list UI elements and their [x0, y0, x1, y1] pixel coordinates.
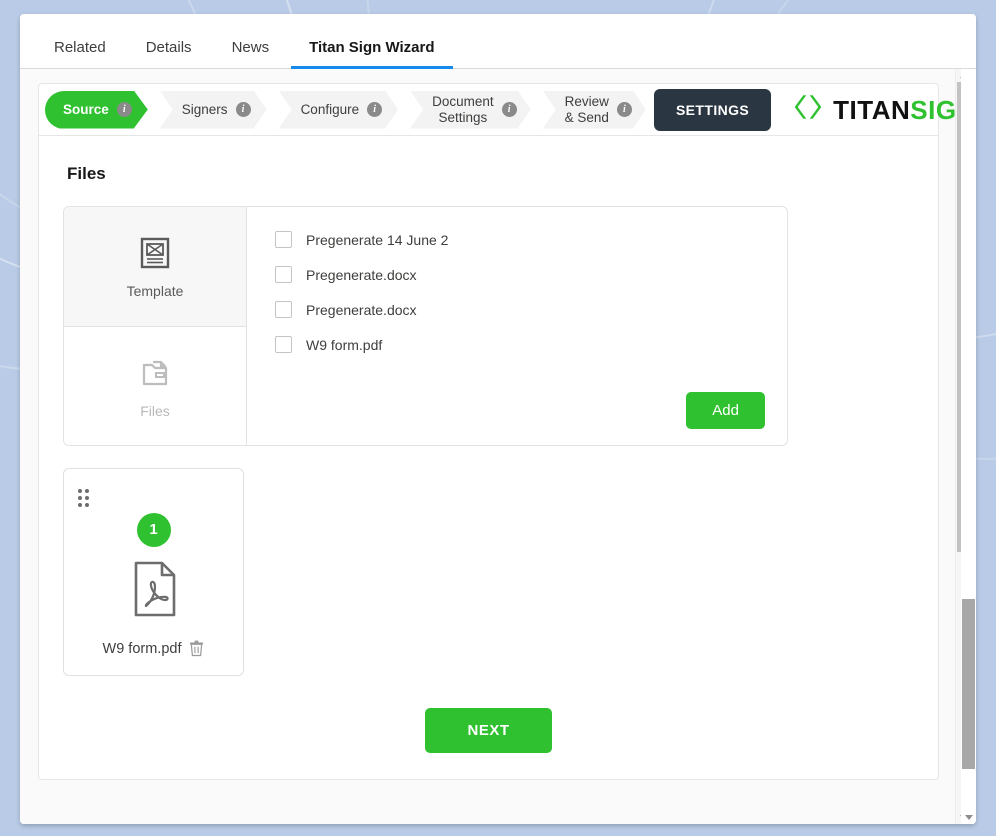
- wizard-step-review-and-send[interactable]: Review & Send i: [543, 91, 646, 129]
- list-item-label: Pregenerate.docx: [306, 266, 417, 283]
- wizard-step-line2: Settings: [438, 109, 488, 125]
- tab-bar: Related Details News Titan Sign Wizard: [20, 14, 976, 69]
- source-tab-files[interactable]: Files: [64, 326, 246, 445]
- files-panel: Files Template Files Pregenerate 14 June…: [38, 135, 939, 780]
- list-item-label: Pregenerate.docx: [306, 301, 417, 318]
- wizard-step-document-settings-label: Document Settings: [432, 94, 494, 125]
- wizard-step-review-and-send-label: Review & Send: [565, 94, 609, 125]
- info-icon[interactable]: i: [117, 102, 132, 117]
- content-scroll-area: Source i Signers i Configure i Document: [20, 69, 976, 824]
- folder-files-icon: [135, 353, 175, 393]
- titan-sign-brand: TITANSIGN: [793, 92, 976, 127]
- document-name: W9 form.pdf: [102, 640, 182, 657]
- next-button[interactable]: NEXT: [425, 708, 552, 753]
- pdf-file-icon: [122, 557, 186, 626]
- tab-related[interactable]: Related: [34, 39, 126, 68]
- document-name-row: W9 form.pdf: [74, 640, 233, 663]
- wizard-step-source[interactable]: Source i: [45, 91, 148, 129]
- trash-icon[interactable]: [189, 640, 204, 657]
- list-item-label: Pregenerate 14 June 2: [306, 231, 449, 248]
- checkbox-icon[interactable]: [275, 336, 292, 353]
- checkbox-icon[interactable]: [275, 231, 292, 248]
- info-icon[interactable]: i: [617, 102, 632, 117]
- tab-titan-sign-wizard[interactable]: Titan Sign Wizard: [289, 39, 454, 69]
- list-item[interactable]: W9 form.pdf: [275, 336, 767, 353]
- add-button[interactable]: Add: [686, 392, 765, 429]
- wizard-step-signers-label: Signers: [181, 102, 228, 117]
- source-tab-template[interactable]: Template: [64, 207, 246, 327]
- list-item-label: W9 form.pdf: [306, 336, 383, 353]
- page-scrollbar-thumb[interactable]: [962, 599, 975, 769]
- wizard-step-signers[interactable]: Signers i: [160, 91, 267, 129]
- titan-chevron-logo-icon: [793, 92, 823, 127]
- template-icon: [135, 233, 175, 273]
- checkbox-icon[interactable]: [275, 301, 292, 318]
- page-title: Files: [67, 164, 106, 183]
- settings-button[interactable]: SETTINGS: [653, 88, 772, 131]
- page-scroll-down-arrow-icon[interactable]: [961, 810, 976, 824]
- brand-titan: TITAN: [833, 94, 911, 125]
- checkbox-icon[interactable]: [275, 266, 292, 283]
- source-selection-card: Template Files Pregenerate 14 June 2 Pre…: [63, 206, 788, 446]
- wizard-step-line2: & Send: [564, 109, 609, 125]
- wizard-step-configure-label: Configure: [300, 102, 360, 117]
- tab-details[interactable]: Details: [126, 39, 212, 68]
- source-tab-template-label: Template: [126, 283, 184, 300]
- document-order-badge: 1: [136, 513, 171, 547]
- document-tile[interactable]: 1 W9 form.pdf: [63, 468, 244, 676]
- wizard-step-line1: Review: [564, 93, 609, 109]
- info-icon[interactable]: i: [367, 102, 382, 117]
- list-item[interactable]: Pregenerate 14 June 2: [275, 231, 767, 248]
- wizard-steps: Source i Signers i Configure i Document: [45, 91, 658, 129]
- wizard-step-bar: Source i Signers i Configure i Document: [38, 83, 975, 135]
- add-button-row: Add: [275, 392, 767, 431]
- wizard-content: Source i Signers i Configure i Document: [20, 69, 975, 824]
- list-item[interactable]: Pregenerate.docx: [275, 301, 767, 318]
- wizard-footer: NEXT: [63, 676, 914, 753]
- tab-news[interactable]: News: [212, 39, 290, 68]
- wizard-step-configure[interactable]: Configure i: [279, 91, 399, 129]
- source-tab-files-label: Files: [140, 402, 170, 419]
- info-icon[interactable]: i: [236, 102, 251, 117]
- source-type-tabs: Template Files: [64, 207, 247, 445]
- wizard-step-document-settings[interactable]: Document Settings i: [410, 91, 531, 129]
- record-page-window: Related Details News Titan Sign Wizard S…: [20, 14, 976, 824]
- info-icon[interactable]: i: [502, 102, 517, 117]
- template-list: Pregenerate 14 June 2 Pregenerate.docx P…: [247, 207, 787, 445]
- page-scrollbar[interactable]: [961, 69, 976, 824]
- drag-handle-icon[interactable]: [78, 489, 89, 507]
- wizard-step-source-label: Source: [63, 102, 109, 117]
- wizard-step-line1: Document: [432, 93, 494, 109]
- list-item[interactable]: Pregenerate.docx: [275, 266, 767, 283]
